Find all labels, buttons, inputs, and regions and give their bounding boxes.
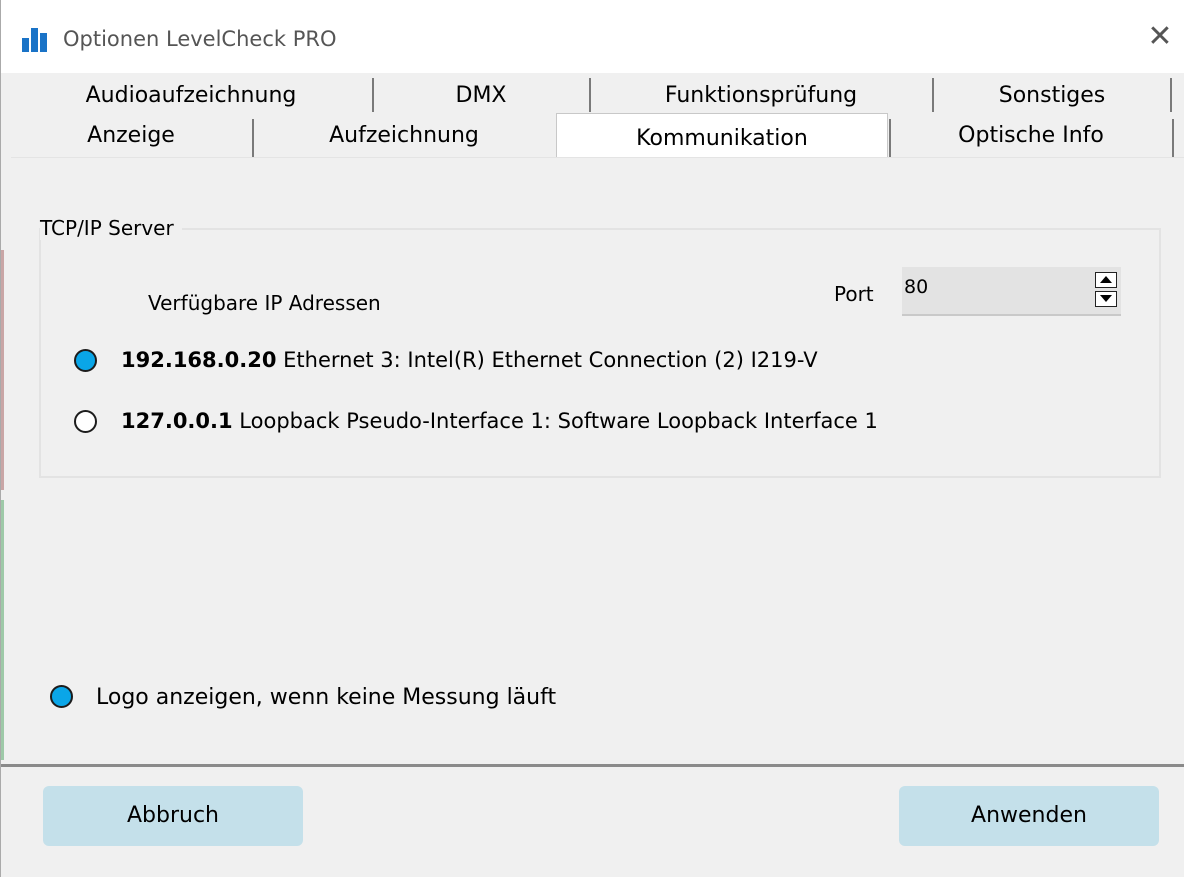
ip-option-1[interactable]: 192.168.0.20 Ethernet 3: Intel(R) Ethern… [121, 348, 818, 372]
window-title: Optionen LevelCheck PRO [63, 27, 337, 51]
ip-radio-127-0-0-1[interactable] [74, 410, 97, 433]
ip-address: 127.0.0.1 [121, 409, 233, 433]
port-stepper[interactable] [902, 267, 1121, 316]
tab-anzeige[interactable]: Anzeige [11, 116, 251, 156]
tab-dmx[interactable]: DMX [374, 76, 588, 116]
tab-kommunikation[interactable]: Kommunikation [556, 113, 888, 161]
window-edge-strip [1, 250, 4, 490]
interface-name: Loopback Pseudo-Interface 1: Software Lo… [239, 409, 878, 433]
tab-sonstiges[interactable]: Sonstiges [934, 76, 1170, 116]
app-bar-chart-icon [22, 28, 50, 52]
tab-optische-info[interactable]: Optische Info [891, 116, 1171, 156]
available-ip-label: Verfügbare IP Adressen [148, 291, 381, 315]
apply-button[interactable]: Anwenden [899, 786, 1159, 846]
tab-divider [1170, 78, 1172, 112]
tab-aufzeichnung[interactable]: Aufzeichnung [254, 116, 554, 156]
options-dialog: Optionen LevelCheck PRO ✕ Audioaufzeichn… [0, 0, 1184, 877]
ip-option-2[interactable]: 127.0.0.1 Loopback Pseudo-Interface 1: S… [121, 409, 878, 433]
arrow-up-icon [1100, 276, 1112, 283]
arrow-down-icon [1100, 295, 1112, 302]
ip-address: 192.168.0.20 [121, 348, 277, 372]
title-bar: Optionen LevelCheck PRO ✕ [1, 0, 1184, 73]
close-icon[interactable]: ✕ [1145, 20, 1175, 54]
tcp-ip-group-title: TCP/IP Server [40, 216, 182, 240]
logo-option-label[interactable]: Logo anzeigen, wenn keine Messung läuft [96, 685, 556, 710]
interface-name: Ethernet 3: Intel(R) Ethernet Connection… [283, 348, 818, 372]
ip-radio-192-168-0-20[interactable] [74, 349, 97, 372]
cancel-button[interactable]: Abbruch [43, 786, 303, 846]
tab-audioaufzeichnung[interactable]: Audioaufzeichnung [11, 76, 371, 116]
tab-funktionspruefung[interactable]: Funktionsprüfung [591, 76, 931, 116]
port-label: Port [834, 282, 874, 306]
tab-divider [1172, 119, 1174, 157]
port-increment-button[interactable] [1095, 272, 1117, 288]
window-edge-strip [1, 500, 4, 760]
port-value[interactable]: 80 [904, 276, 928, 298]
port-decrement-button[interactable] [1095, 291, 1117, 307]
logo-option-radio[interactable] [50, 685, 73, 708]
